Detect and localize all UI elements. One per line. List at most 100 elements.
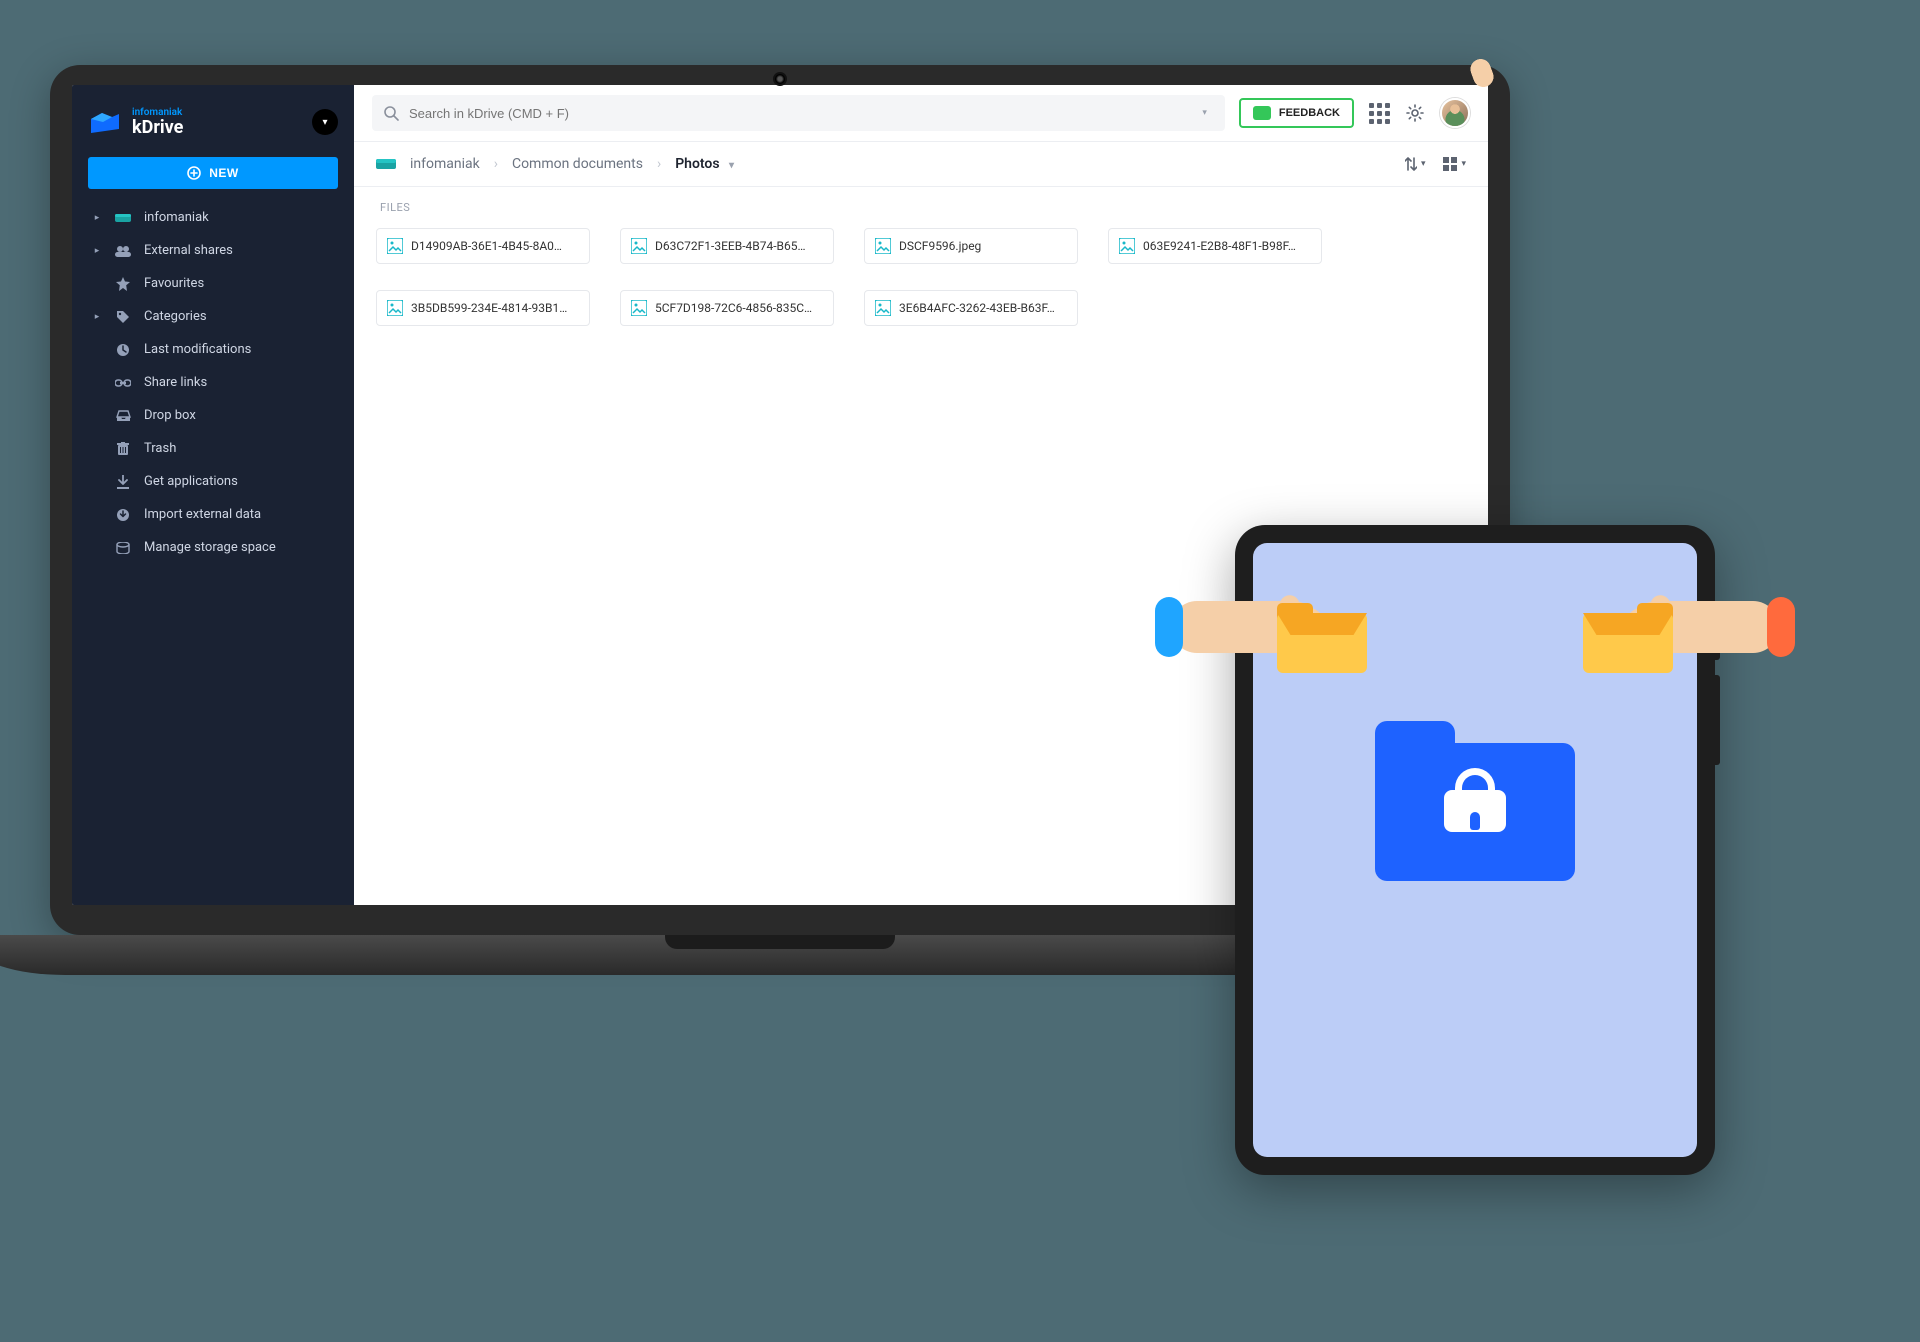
hand-left-illustration xyxy=(1171,601,1319,653)
search-icon xyxy=(384,106,399,121)
chevron-right-icon: › xyxy=(494,156,498,172)
users-icon xyxy=(114,245,132,257)
view-toggle-button[interactable]: ▾ xyxy=(1443,157,1466,171)
sidebar-item-label: External shares xyxy=(144,243,233,258)
file-card[interactable]: 063E9241-E2B8-48F1-B98F… xyxy=(1108,228,1322,264)
locked-folder-icon xyxy=(1375,721,1575,881)
gear-icon xyxy=(1406,104,1424,122)
new-button[interactable]: NEW xyxy=(88,157,338,189)
sidebar-item-share-links[interactable]: Share links xyxy=(78,366,348,399)
sidebar-item-last-modifications[interactable]: Last modifications xyxy=(78,333,348,366)
trash-icon xyxy=(114,442,132,456)
brand[interactable]: infomaniak kDrive ▾ xyxy=(72,101,354,157)
lock-icon xyxy=(1444,768,1506,840)
files-grid: D14909AB-36E1-4B45-8A0… D63C72F1-3EEB-4B… xyxy=(354,218,1488,336)
plus-circle-icon xyxy=(187,166,201,180)
chevron-right-icon: ▸ xyxy=(92,246,102,256)
file-name: 3E6B4AFC-3262-43EB-B63F… xyxy=(899,301,1055,315)
breadcrumb-bar: infomaniak › Common documents › Photos ▾… xyxy=(354,142,1488,187)
feedback-label: FEEDBACK xyxy=(1279,107,1340,119)
chevron-down-icon: ▾ xyxy=(322,117,327,128)
link-icon xyxy=(114,378,132,388)
sidebar: infomaniak kDrive ▾ NEW ▸ infomaniak xyxy=(72,85,354,905)
file-name: 063E9241-E2B8-48F1-B98F… xyxy=(1143,239,1296,253)
sidebar-item-trash[interactable]: Trash xyxy=(78,432,348,465)
webcam-icon xyxy=(773,72,787,86)
brand-text: infomaniak kDrive xyxy=(132,107,183,138)
tag-icon xyxy=(114,310,132,324)
sidebar-item-import-external[interactable]: Import external data xyxy=(78,498,348,531)
chevron-right-icon: ▸ xyxy=(92,312,102,322)
tablet-frame xyxy=(1235,525,1715,1175)
search-field[interactable]: ▾ xyxy=(372,95,1225,131)
topbar: ▾ FEEDBACK xyxy=(354,85,1488,142)
search-dropdown-toggle[interactable]: ▾ xyxy=(1196,108,1213,118)
file-name: DSCF9596.jpeg xyxy=(899,239,981,253)
sidebar-item-get-applications[interactable]: Get applications xyxy=(78,465,348,498)
user-avatar[interactable] xyxy=(1440,98,1470,128)
sidebar-item-favourites[interactable]: Favourites xyxy=(78,267,348,300)
folder-icon xyxy=(1583,603,1673,673)
file-card[interactable]: DSCF9596.jpeg xyxy=(864,228,1078,264)
image-file-icon xyxy=(1119,238,1135,254)
files-section-label: FILES xyxy=(354,187,1488,218)
chevron-down-icon: ▾ xyxy=(729,160,734,171)
sidebar-item-label: Get applications xyxy=(144,474,238,489)
settings-button[interactable] xyxy=(1404,102,1426,124)
sidebar-item-label: Categories xyxy=(144,309,207,324)
sidebar-item-manage-storage[interactable]: Manage storage space xyxy=(78,531,348,564)
download-icon xyxy=(114,475,132,489)
import-icon xyxy=(114,508,132,522)
search-input[interactable] xyxy=(409,106,1196,121)
breadcrumb-current[interactable]: Photos ▾ xyxy=(675,156,734,172)
laptop-notch xyxy=(665,935,895,949)
sidebar-item-label: Import external data xyxy=(144,507,261,522)
sidebar-item-label: Trash xyxy=(144,441,176,456)
hand-right-illustration xyxy=(1631,601,1779,653)
feedback-bubble-icon xyxy=(1253,106,1271,120)
file-card[interactable]: 3E6B4AFC-3262-43EB-B63F… xyxy=(864,290,1078,326)
sidebar-item-external-shares[interactable]: ▸ External shares xyxy=(78,234,348,267)
file-card[interactable]: 3B5DB599-234E-4814-93B1… xyxy=(376,290,590,326)
file-name: 3B5DB599-234E-4814-93B1… xyxy=(411,301,567,315)
file-name: D63C72F1-3EEB-4B74-B65… xyxy=(655,239,806,253)
apps-menu-button[interactable] xyxy=(1368,102,1390,124)
kdrive-logo-icon xyxy=(88,105,122,139)
image-file-icon xyxy=(387,300,403,316)
chevron-right-icon: › xyxy=(657,156,661,172)
sidebar-item-label: Drop box xyxy=(144,408,196,423)
sidebar-item-categories[interactable]: ▸ Categories xyxy=(78,300,348,333)
image-file-icon xyxy=(875,300,891,316)
sort-icon xyxy=(1405,157,1417,171)
sidebar-item-label: Manage storage space xyxy=(144,540,276,555)
inbox-icon xyxy=(114,410,132,422)
image-file-icon xyxy=(387,238,403,254)
tablet-illustration xyxy=(1253,543,1697,1157)
sidebar-item-label: Favourites xyxy=(144,276,204,291)
feedback-button[interactable]: FEEDBACK xyxy=(1239,98,1354,128)
workspace-switcher-button[interactable]: ▾ xyxy=(312,109,338,135)
sort-button[interactable]: ▾ xyxy=(1405,157,1426,171)
apps-grid-icon xyxy=(1369,103,1390,124)
sidebar-item-drop-box[interactable]: Drop box xyxy=(78,399,348,432)
breadcrumb-root[interactable]: infomaniak xyxy=(410,156,480,172)
sidebar-item-infomaniak[interactable]: ▸ infomaniak xyxy=(78,201,348,234)
file-card[interactable]: D63C72F1-3EEB-4B74-B65… xyxy=(620,228,834,264)
sidebar-nav: ▸ infomaniak ▸ External shares Favourite… xyxy=(72,201,354,564)
drive-root-icon[interactable] xyxy=(376,157,396,171)
file-name: D14909AB-36E1-4B45-8A0… xyxy=(411,239,562,253)
chevron-right-icon: ▸ xyxy=(92,213,102,223)
star-icon xyxy=(114,277,132,291)
sidebar-item-label: Last modifications xyxy=(144,342,251,357)
drive-icon xyxy=(114,212,132,224)
folder-icon xyxy=(1277,603,1367,673)
caret-down-icon: ▾ xyxy=(1421,159,1426,169)
file-card[interactable]: D14909AB-36E1-4B45-8A0… xyxy=(376,228,590,264)
brand-title: kDrive xyxy=(132,118,183,138)
image-file-icon xyxy=(631,238,647,254)
file-card[interactable]: 5CF7D198-72C6-4856-835C… xyxy=(620,290,834,326)
sidebar-item-label: infomaniak xyxy=(144,210,209,225)
clock-icon xyxy=(114,343,132,357)
brand-subtitle: infomaniak xyxy=(132,107,183,118)
breadcrumb-mid[interactable]: Common documents xyxy=(512,156,643,172)
